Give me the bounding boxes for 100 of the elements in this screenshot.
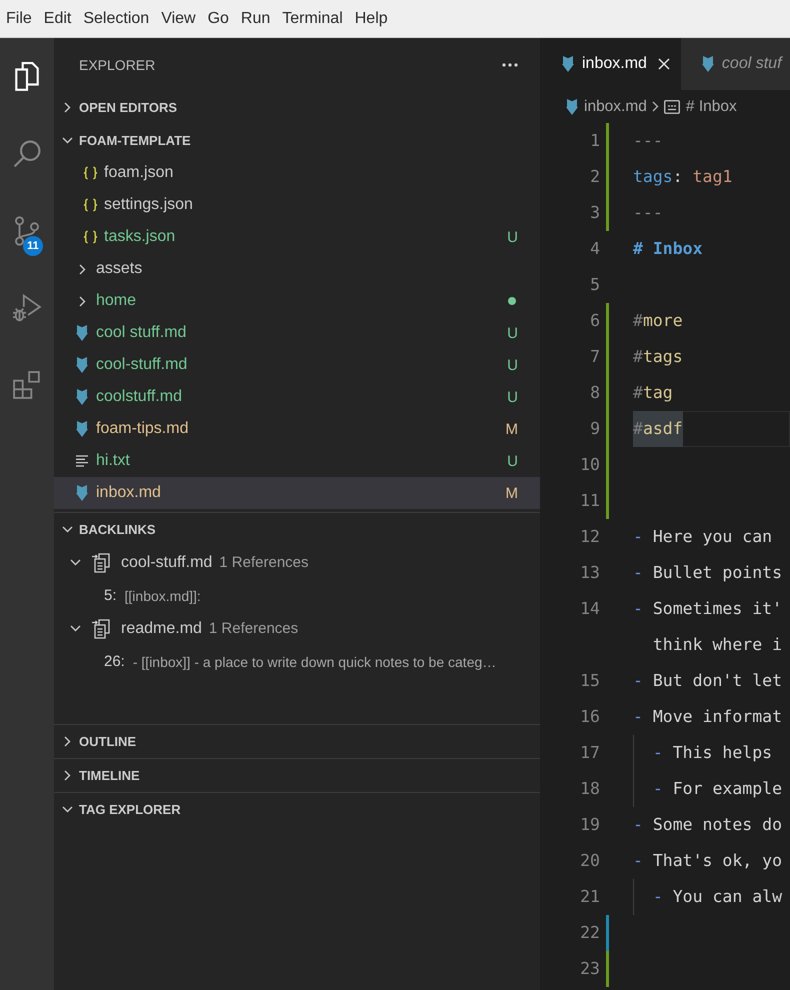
arrow-down-icon [562,56,574,72]
chevron-right-icon[interactable] [64,770,71,781]
menu-item[interactable]: Terminal [276,4,349,34]
line-number: 4 [589,238,600,260]
line-number: 2 [589,166,600,188]
code-line: - Move informat [633,706,782,728]
line-number: 17 [579,742,600,764]
code-line: - Sometimes it' [633,598,782,620]
code-line: - This helps [652,742,772,764]
tree-item[interactable]: assets [54,253,540,285]
braces-icon [82,198,98,212]
git-status: U [507,324,518,342]
backlink-file[interactable]: cool-stuff.md 1 References [54,546,540,579]
tree-item[interactable]: tasks.json U [54,221,540,253]
section-header[interactable]: OUTLINE [54,725,540,758]
line-number: 10 [579,454,600,476]
files-icon[interactable] [14,62,40,92]
code-line: #tags [633,346,683,368]
menu-item[interactable]: Help [348,4,394,34]
code-line: --- [633,202,663,224]
editor-tab[interactable]: cool stuf [680,38,790,90]
git-status: U [507,452,518,470]
code-line: - You can alw [652,886,782,908]
play-bug-icon[interactable] [12,292,42,322]
backlink-file[interactable]: readme.md 1 References [54,612,540,645]
chevron-down-icon[interactable] [62,806,73,813]
line-number: 6 [589,310,600,332]
line-number: 8 [589,382,600,404]
code-line: #asdf [633,411,790,447]
chevron-down-icon[interactable] [70,625,81,632]
chevron-down-icon[interactable] [62,137,73,144]
line-number: 12 [579,526,600,548]
chevron-right-icon[interactable] [64,736,71,747]
line-number: 23 [579,958,600,980]
code-line: - But don't let [633,670,782,692]
tree-item[interactable]: foam.json [54,157,540,189]
blocks-icon[interactable] [13,370,41,398]
arrow-down-icon [702,56,714,72]
code-line: #tag [633,382,673,404]
code-line: - For example [652,778,782,800]
chevron-down-icon[interactable] [62,526,73,533]
chevron-right-icon[interactable] [78,296,86,306]
line-number: 15 [579,670,600,692]
code-line: - Here you can [633,526,772,548]
line-number: 13 [579,562,600,584]
arrow-down-icon [76,421,88,437]
tree-item[interactable]: cool stuff.md U [54,317,540,349]
tree-item[interactable]: hi.txt U [54,445,540,477]
chevron-right-icon[interactable] [78,264,86,274]
section-header[interactable]: TAG EXPLORER [54,793,540,826]
documents-icon [91,552,111,572]
line-number: 26: [104,653,125,670]
breadcrumb-item[interactable]: # Inbox [664,98,737,116]
code-line: # Inbox [633,238,703,260]
sidebar-title: EXPLORER [79,56,156,72]
reference-count: 1 References [208,620,298,637]
more-icon[interactable] [502,62,518,66]
line-number: 9 [589,418,600,440]
breadcrumb-item[interactable]: inbox.md [566,98,647,116]
reference-text[interactable]: [[inbox.md]]: [124,588,201,604]
tree-item[interactable]: home [54,285,540,317]
line-number: 3 [589,202,600,224]
tree-item[interactable]: inbox.md M [54,477,540,509]
menu-item[interactable]: Go [202,4,235,34]
section-header[interactable]: FOAM-TEMPLATE [54,124,540,157]
line-number: 7 [589,346,600,368]
documents-icon [91,618,111,638]
menu-item[interactable]: Selection [77,4,156,34]
search-icon[interactable] [13,140,41,168]
symbol-icon [664,100,680,114]
arrow-down-icon [566,98,578,114]
tree-item[interactable]: settings.json [54,189,540,221]
menu-item[interactable]: File [0,4,38,34]
close-icon[interactable] [658,58,670,70]
braces-icon [82,166,98,180]
menu-item[interactable]: Run [234,4,276,34]
section-header[interactable]: TIMELINE [54,759,540,792]
tree-item[interactable]: cool-stuff.md U [54,349,540,381]
git-status: M [506,420,518,438]
menu-item[interactable]: View [155,4,202,34]
editor-tab[interactable]: inbox.md [541,38,681,90]
code-line: #more [633,310,683,332]
git-status: U [507,388,518,406]
line-number: 20 [579,850,600,872]
section-header[interactable]: OPEN EDITORS [54,91,540,124]
section-header[interactable]: BACKLINKS [54,513,540,546]
chevron-right-icon [652,101,659,112]
chevron-right-icon[interactable] [64,102,71,113]
arrow-down-icon [76,389,88,405]
tree-item[interactable]: coolstuff.md U [54,381,540,413]
chevron-down-icon[interactable] [70,559,81,566]
menu-item[interactable]: Edit [38,4,78,34]
arrow-down-icon [76,325,88,341]
braces-icon [82,230,98,244]
reference-count: 1 References [219,554,309,571]
git-status: M [506,484,518,502]
arrow-down-icon [76,485,88,501]
reference-text[interactable]: - [[inbox]] - a place to write down quick notes to be categ… [132,654,496,670]
tree-item[interactable]: foam-tips.md M [54,413,540,445]
line-number: 5: [104,587,117,604]
